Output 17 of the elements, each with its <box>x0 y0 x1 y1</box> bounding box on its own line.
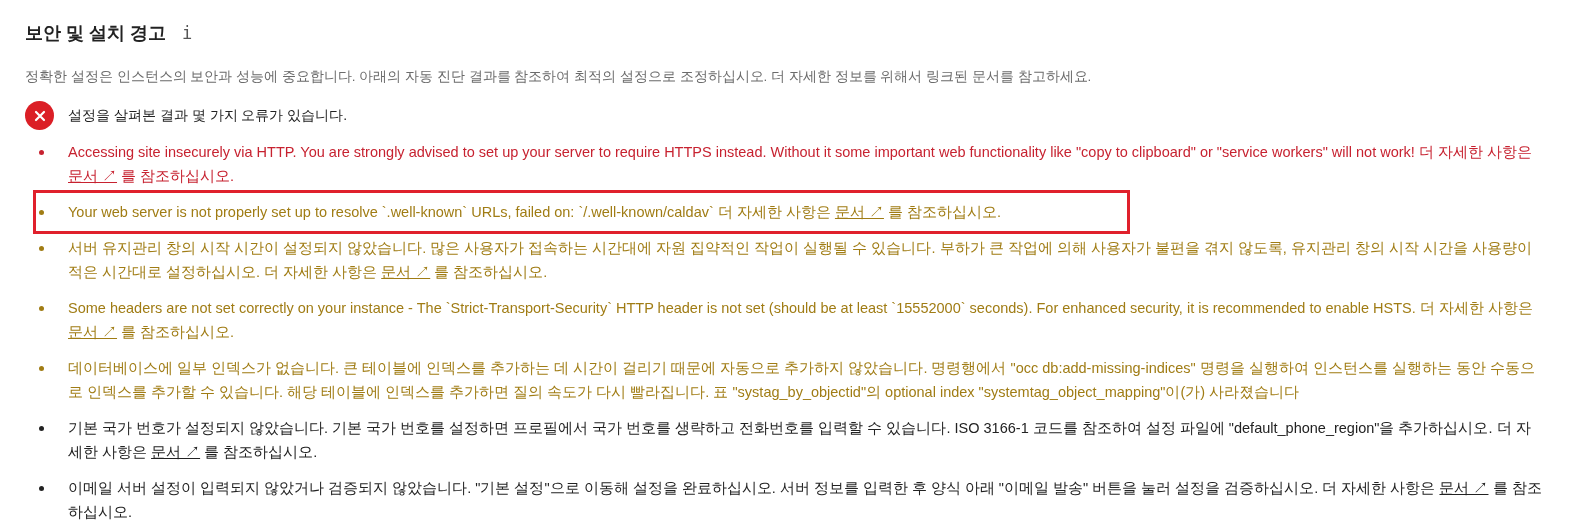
docs-link[interactable]: 문서 ↗ <box>1439 480 1489 497</box>
section-description: 정확한 설정은 인스턴스의 보안과 성능에 중요합니다. 아래의 자동 진단 결과를 참조하여 최적의 설정으로 조정하십시오. 더 자세한 정보를 위해서 링크된 문서를 참고하세요. <box>25 68 1093 86</box>
issue-text: Some headers are not set correctly on your instance - The `Strict-Transport-Security` HTTP header is not set (should be at least `15552000` seconds). For enhanced security, it is recommended to enable HSTS. 더 자세한 사항은 문서 ↗ 를 참조하십시오. <box>68 300 1533 341</box>
section-title: 보안 및 설치 경고 <box>25 22 166 45</box>
issue-text: Your web server is not properly set up to resolve `.well-known` URLs, failed on: `/.well-known/caldav` 더 자세한 사항은 문서 ↗ 를 참조하십시오. <box>68 204 1002 221</box>
issue-text: Accessing site insecurely via HTTP. You are strongly advised to set up your server to require HTTPS instead. Without it some important web functionality like "copy to clipboard" or "service workers" will not work! 더 자세한 사항은 문서 ↗ 를 참조하십시오. <box>68 144 1532 185</box>
status-message: 설정을 살펴본 결과 몇 가지 오류가 있습니다. <box>68 106 348 126</box>
info-icon[interactable]: i <box>182 20 193 47</box>
issue-text: 이메일 서버 설정이 입력되지 않았거나 검증되지 않았습니다. "기본 설정"으로 이동해 설정을 완료하십시오. 서버 정보를 입력한 후 양식 아래 "이메일 발송" 버튼을 눌러 설정을 검증하십시오. 더 자세한 사항은 문서 ↗ 를 참조하십시오. <box>68 480 1542 521</box>
docs-link[interactable]: 문서 ↗ <box>151 444 201 461</box>
docs-link[interactable]: 문서 ↗ <box>68 324 118 341</box>
docs-link[interactable]: 문서 ↗ <box>68 168 118 185</box>
docs-link[interactable]: 문서 ↗ <box>381 264 431 281</box>
issue-text: 기본 국가 번호가 설정되지 않았습니다. 기본 국가 번호를 설정하면 프로필에서 국가 번호를 생략하고 전화번호를 입력할 수 있습니다. ISO 3166-1 코드를 참조하여 설정 파일에 "default_phone_region"을 추가하십시오. 더 자세한 사항은 문서 ↗ 를 참조하십시오. <box>68 420 1531 461</box>
issue-text: 서버 유지관리 창의 시작 시간이 설정되지 않았습니다. 많은 사용자가 접속하는 시간대에 자원 집약적인 작업이 실행될 수 있습니다. 부하가 큰 작업에 의해 사용자가 불편을 겪지 않도록, 유지관리 창의 시작 시간을 사용량이 적은 시간대로 설정하십시오. 더 자세한 사항은 문서 ↗ 를 참조하십시오. <box>68 240 1532 281</box>
docs-link[interactable]: 문서 ↗ <box>834 204 884 221</box>
issue-text: 데이터베이스에 일부 인덱스가 없습니다. 큰 테이블에 인덱스를 추가하는 데 시간이 걸리기 때문에 자동으로 추가하지 않았습니다. 명령행에서 "occ db:add-missing-indices" 명령을 실행하여 인스턴스를 실행하는 동안 수동으로 인덱스를 추가할 수 있습니다. 해당 테이블에 인덱스를 추가하면 질의 속도가 다시 빨라집니다. 표 "systag_by_objectid"의 optional index "systemtag_object_mapping"이(가) 사라졌습니다 <box>68 360 1535 401</box>
